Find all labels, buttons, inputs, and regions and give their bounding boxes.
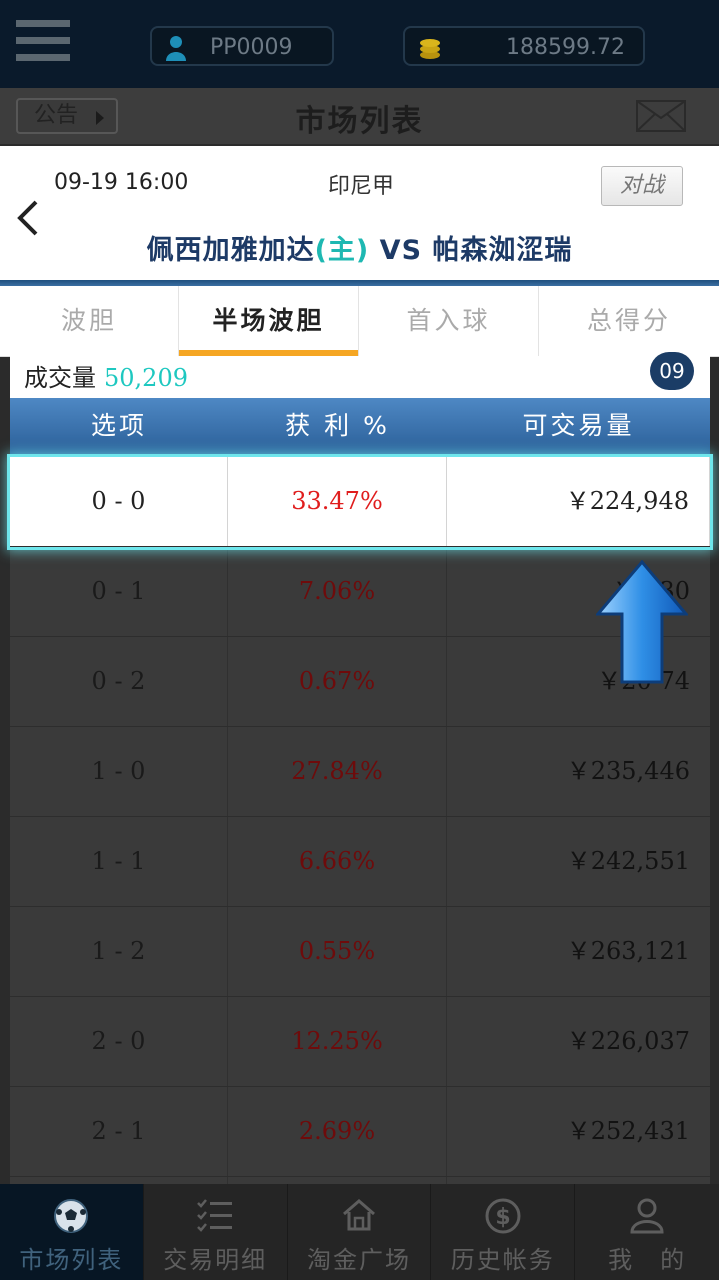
home-tag: (主) xyxy=(314,235,370,266)
tab-halftime-correct-score[interactable]: 半场波胆 xyxy=(179,286,359,356)
home-team: 佩西加雅加达 xyxy=(146,235,315,266)
profit-cell: 27.84% xyxy=(228,727,447,816)
table-row[interactable]: 2 - 1 2.69% ￥252,431 xyxy=(10,1087,710,1177)
tab-label: 总得分 xyxy=(586,306,671,335)
option-cell: 0 - 0 xyxy=(10,457,228,546)
match-league: 印尼甲 xyxy=(328,174,395,199)
soccer-ball-icon xyxy=(53,1198,89,1238)
nav-label: 我 的 xyxy=(608,1246,687,1274)
profit-cell: 7.06% xyxy=(228,547,447,636)
volume-cell: ￥235,446 xyxy=(566,757,690,785)
nav-item-4[interactable]: $ 历史帐务 xyxy=(431,1184,576,1280)
profit-cell: 33.47% xyxy=(228,457,447,546)
table-row[interactable]: 1 - 0 27.84% ￥235,446 xyxy=(10,727,710,817)
option-cell: 1 - 0 xyxy=(10,727,228,816)
volume-cell: ￥242,551 xyxy=(566,847,690,875)
option-cell: 2 - 1 xyxy=(10,1087,228,1176)
volume-label-text: 成交量 xyxy=(24,364,96,392)
trade-volume-bar: 成交量 50,209 09 xyxy=(10,352,710,398)
title-bar: 公告 市场列表 xyxy=(0,88,719,144)
volume-cell: ￥263,121 xyxy=(566,937,690,965)
table-row[interactable]: 0 - 0 33.47% ￥224,948 xyxy=(7,454,713,550)
match-teams: 佩西加雅加达(主) VS 帕森洳涩瑞 xyxy=(0,228,719,267)
nav-item-2[interactable]: 交易明细 xyxy=(144,1184,288,1280)
col-profit: 获 利 % xyxy=(285,411,390,440)
user-id: PP0009 xyxy=(210,35,293,60)
option-cell: 0 - 2 xyxy=(10,637,228,726)
match-card: 09-19 16:00 印尼甲 对战 佩西加雅加达(主) VS 帕森洳涩瑞 xyxy=(0,146,719,280)
tab-label: 波胆 xyxy=(60,306,117,335)
nav-label: 市场列表 xyxy=(19,1246,124,1274)
volume-cell: ￥226,037 xyxy=(566,1027,690,1055)
user-id-badge[interactable]: PP0009 xyxy=(150,26,334,66)
user-icon xyxy=(164,35,188,75)
profit-cell: 12.25% xyxy=(228,997,447,1086)
nav-label: 交易明细 xyxy=(163,1246,268,1274)
svg-text:$: $ xyxy=(495,1205,510,1230)
profit-cell: 0.67% xyxy=(228,637,447,726)
table-row[interactable]: 2 - 0 12.25% ￥226,037 xyxy=(10,997,710,1087)
person-icon xyxy=(630,1198,664,1238)
col-tradable: 可交易量 xyxy=(522,411,635,440)
nav-item-3[interactable]: 淘金广场 xyxy=(288,1184,432,1280)
tab-correct-score[interactable]: 波胆 xyxy=(0,286,179,356)
bottom-nav: 市场列表 交易明细 淘金广场 $ 历史帐务 我 的 xyxy=(0,1184,719,1280)
minute-badge: 09 xyxy=(650,352,694,390)
nav-label: 历史帐务 xyxy=(450,1246,555,1274)
match-time: 09-19 16:00 xyxy=(54,170,189,195)
profit-cell: 6.66% xyxy=(228,817,447,906)
tab-total-goals[interactable]: 总得分 xyxy=(539,286,719,356)
page-title: 市场列表 xyxy=(295,104,424,139)
profit-cell: 0.55% xyxy=(228,907,447,996)
status-bar: PP0009 188599.72 xyxy=(0,0,719,88)
volume-cell: ￥252,431 xyxy=(566,1117,690,1145)
table-row[interactable]: 1 - 2 0.55% ￥263,121 xyxy=(10,907,710,997)
option-cell: 1 - 1 xyxy=(10,817,228,906)
volume-cell: ￥224,948 xyxy=(447,457,710,546)
table-header: 选项 获 利 % 可交易量 xyxy=(10,398,710,454)
menu-icon[interactable] xyxy=(16,20,70,66)
option-cell: 0 - 1 xyxy=(10,547,228,636)
table-row[interactable]: 1 - 1 6.66% ￥242,551 xyxy=(10,817,710,907)
home-icon xyxy=(341,1198,377,1236)
balance-badge[interactable]: 188599.72 xyxy=(403,26,645,66)
option-cell: 2 - 0 xyxy=(10,997,228,1086)
vs-label: VS xyxy=(379,235,423,266)
matchup-button[interactable]: 对战 xyxy=(601,166,683,206)
option-cell: 1 - 2 xyxy=(10,907,228,996)
nav-item-1[interactable]: 市场列表 xyxy=(0,1184,144,1280)
market-tabs: 波胆 半场波胆 首入球 总得分 xyxy=(0,286,719,357)
volume-label: 成交量 50,209 xyxy=(24,358,188,393)
tab-first-goal[interactable]: 首入球 xyxy=(359,286,539,356)
away-team: 帕森洳涩瑞 xyxy=(432,235,573,266)
checklist-icon xyxy=(196,1198,234,1236)
tab-label: 半场波胆 xyxy=(212,306,325,335)
tab-label: 首入球 xyxy=(406,306,491,335)
dollar-coin-icon: $ xyxy=(485,1198,521,1238)
balance-value: 188599.72 xyxy=(506,35,625,60)
volume-value: 50,209 xyxy=(104,364,188,392)
profit-cell: 2.69% xyxy=(228,1087,447,1176)
nav-item-5[interactable]: 我 的 xyxy=(575,1184,719,1280)
mail-icon[interactable] xyxy=(636,100,686,136)
nav-label: 淘金广场 xyxy=(306,1246,411,1274)
up-arrow-icon xyxy=(594,559,690,690)
coins-icon xyxy=(417,35,443,75)
col-option: 选项 xyxy=(90,411,147,440)
